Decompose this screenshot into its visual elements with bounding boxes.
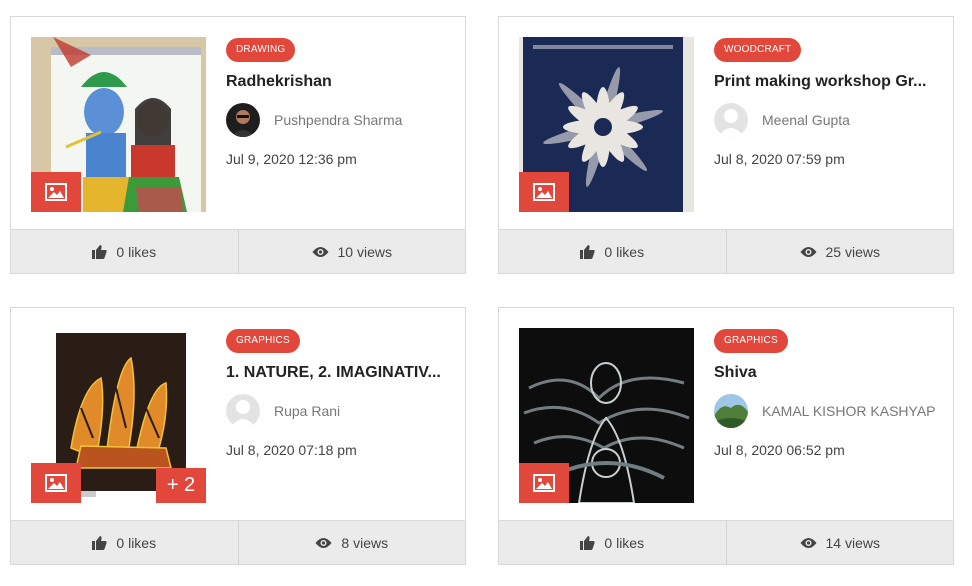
post-date: Jul 8, 2020 06:52 pm xyxy=(714,442,845,458)
post-date: Jul 8, 2020 07:59 pm xyxy=(714,151,845,167)
avatar[interactable] xyxy=(226,394,260,428)
post-card[interactable]: WOODCRAFT Print making workshop Gr... Me… xyxy=(498,16,954,274)
author[interactable]: Meenal Gupta xyxy=(714,103,850,137)
thumbs-up-icon xyxy=(92,244,108,259)
card-footer: 0 likes 25 views xyxy=(499,229,953,273)
post-card[interactable]: GRAPHICS Shiva KAMAL KISHOR KASHYAP Jul … xyxy=(498,307,954,565)
gallery-image-badge[interactable] xyxy=(31,463,81,503)
eye-icon xyxy=(800,537,817,548)
avatar[interactable] xyxy=(714,394,748,428)
author-name[interactable]: Meenal Gupta xyxy=(762,112,850,128)
post-thumbnail[interactable] xyxy=(31,37,206,212)
post-title[interactable]: Shiva xyxy=(714,364,929,382)
post-card[interactable]: DRAWING Radhekrishan Pushpendra Sharma J… xyxy=(10,16,466,274)
views-count: 10 views xyxy=(337,243,392,260)
post-thumbnail[interactable]: + 2 xyxy=(31,328,206,503)
views-stat: 10 views xyxy=(237,230,466,273)
eye-icon xyxy=(312,246,329,257)
category-badge[interactable]: WOODCRAFT xyxy=(714,38,802,62)
avatar[interactable] xyxy=(714,103,748,137)
category-badge[interactable]: GRAPHICS xyxy=(226,329,300,353)
views-count: 8 views xyxy=(341,534,389,551)
post-title[interactable]: Radhekrishan xyxy=(226,73,441,91)
more-images-badge[interactable]: + 2 xyxy=(156,468,206,503)
post-title[interactable]: 1. NATURE, 2. IMAGINATIV... xyxy=(226,364,441,382)
views-count: 14 views xyxy=(825,534,880,551)
gallery-image-badge[interactable] xyxy=(519,463,569,503)
category-badge[interactable]: GRAPHICS xyxy=(714,329,788,353)
likes-count: 0 likes xyxy=(116,534,157,551)
post-card[interactable]: + 2 GRAPHICS 1. NATURE, 2. IMAGINATIV...… xyxy=(10,307,466,565)
author-name[interactable]: KAMAL KISHOR KASHYAP xyxy=(762,403,936,419)
likes-count: 0 likes xyxy=(116,243,157,260)
author[interactable]: Pushpendra Sharma xyxy=(226,103,402,137)
post-date: Jul 8, 2020 07:18 pm xyxy=(226,442,357,458)
views-count: 25 views xyxy=(825,243,880,260)
likes-stat[interactable]: 0 likes xyxy=(499,230,726,273)
author-name[interactable]: Rupa Rani xyxy=(274,403,340,419)
views-stat: 8 views xyxy=(237,521,466,564)
views-stat: 14 views xyxy=(725,521,954,564)
likes-count: 0 likes xyxy=(604,243,645,260)
image-icon xyxy=(45,183,67,201)
thumbs-up-icon xyxy=(580,535,596,550)
author[interactable]: Rupa Rani xyxy=(226,394,340,428)
category-badge[interactable]: DRAWING xyxy=(226,38,296,62)
likes-stat[interactable]: 0 likes xyxy=(11,230,238,273)
thumbs-up-icon xyxy=(580,244,596,259)
image-icon xyxy=(533,183,555,201)
eye-icon xyxy=(800,246,817,257)
gallery-image-badge[interactable] xyxy=(31,172,81,212)
author-name[interactable]: Pushpendra Sharma xyxy=(274,112,402,128)
views-stat: 25 views xyxy=(725,230,954,273)
eye-icon xyxy=(315,537,332,548)
card-footer: 0 likes 14 views xyxy=(499,520,953,564)
thumbs-up-icon xyxy=(92,535,108,550)
avatar[interactable] xyxy=(226,103,260,137)
image-icon xyxy=(533,474,555,492)
card-footer: 0 likes 8 views xyxy=(11,520,465,564)
likes-count: 0 likes xyxy=(604,534,645,551)
post-title[interactable]: Print making workshop Gr... xyxy=(714,73,929,91)
post-date: Jul 9, 2020 12:36 pm xyxy=(226,151,357,167)
post-thumbnail[interactable] xyxy=(519,37,694,212)
gallery-image-badge[interactable] xyxy=(519,172,569,212)
likes-stat[interactable]: 0 likes xyxy=(11,521,238,564)
image-icon xyxy=(45,474,67,492)
card-footer: 0 likes 10 views xyxy=(11,229,465,273)
likes-stat[interactable]: 0 likes xyxy=(499,521,726,564)
author[interactable]: KAMAL KISHOR KASHYAP xyxy=(714,394,936,428)
post-thumbnail[interactable] xyxy=(519,328,694,503)
